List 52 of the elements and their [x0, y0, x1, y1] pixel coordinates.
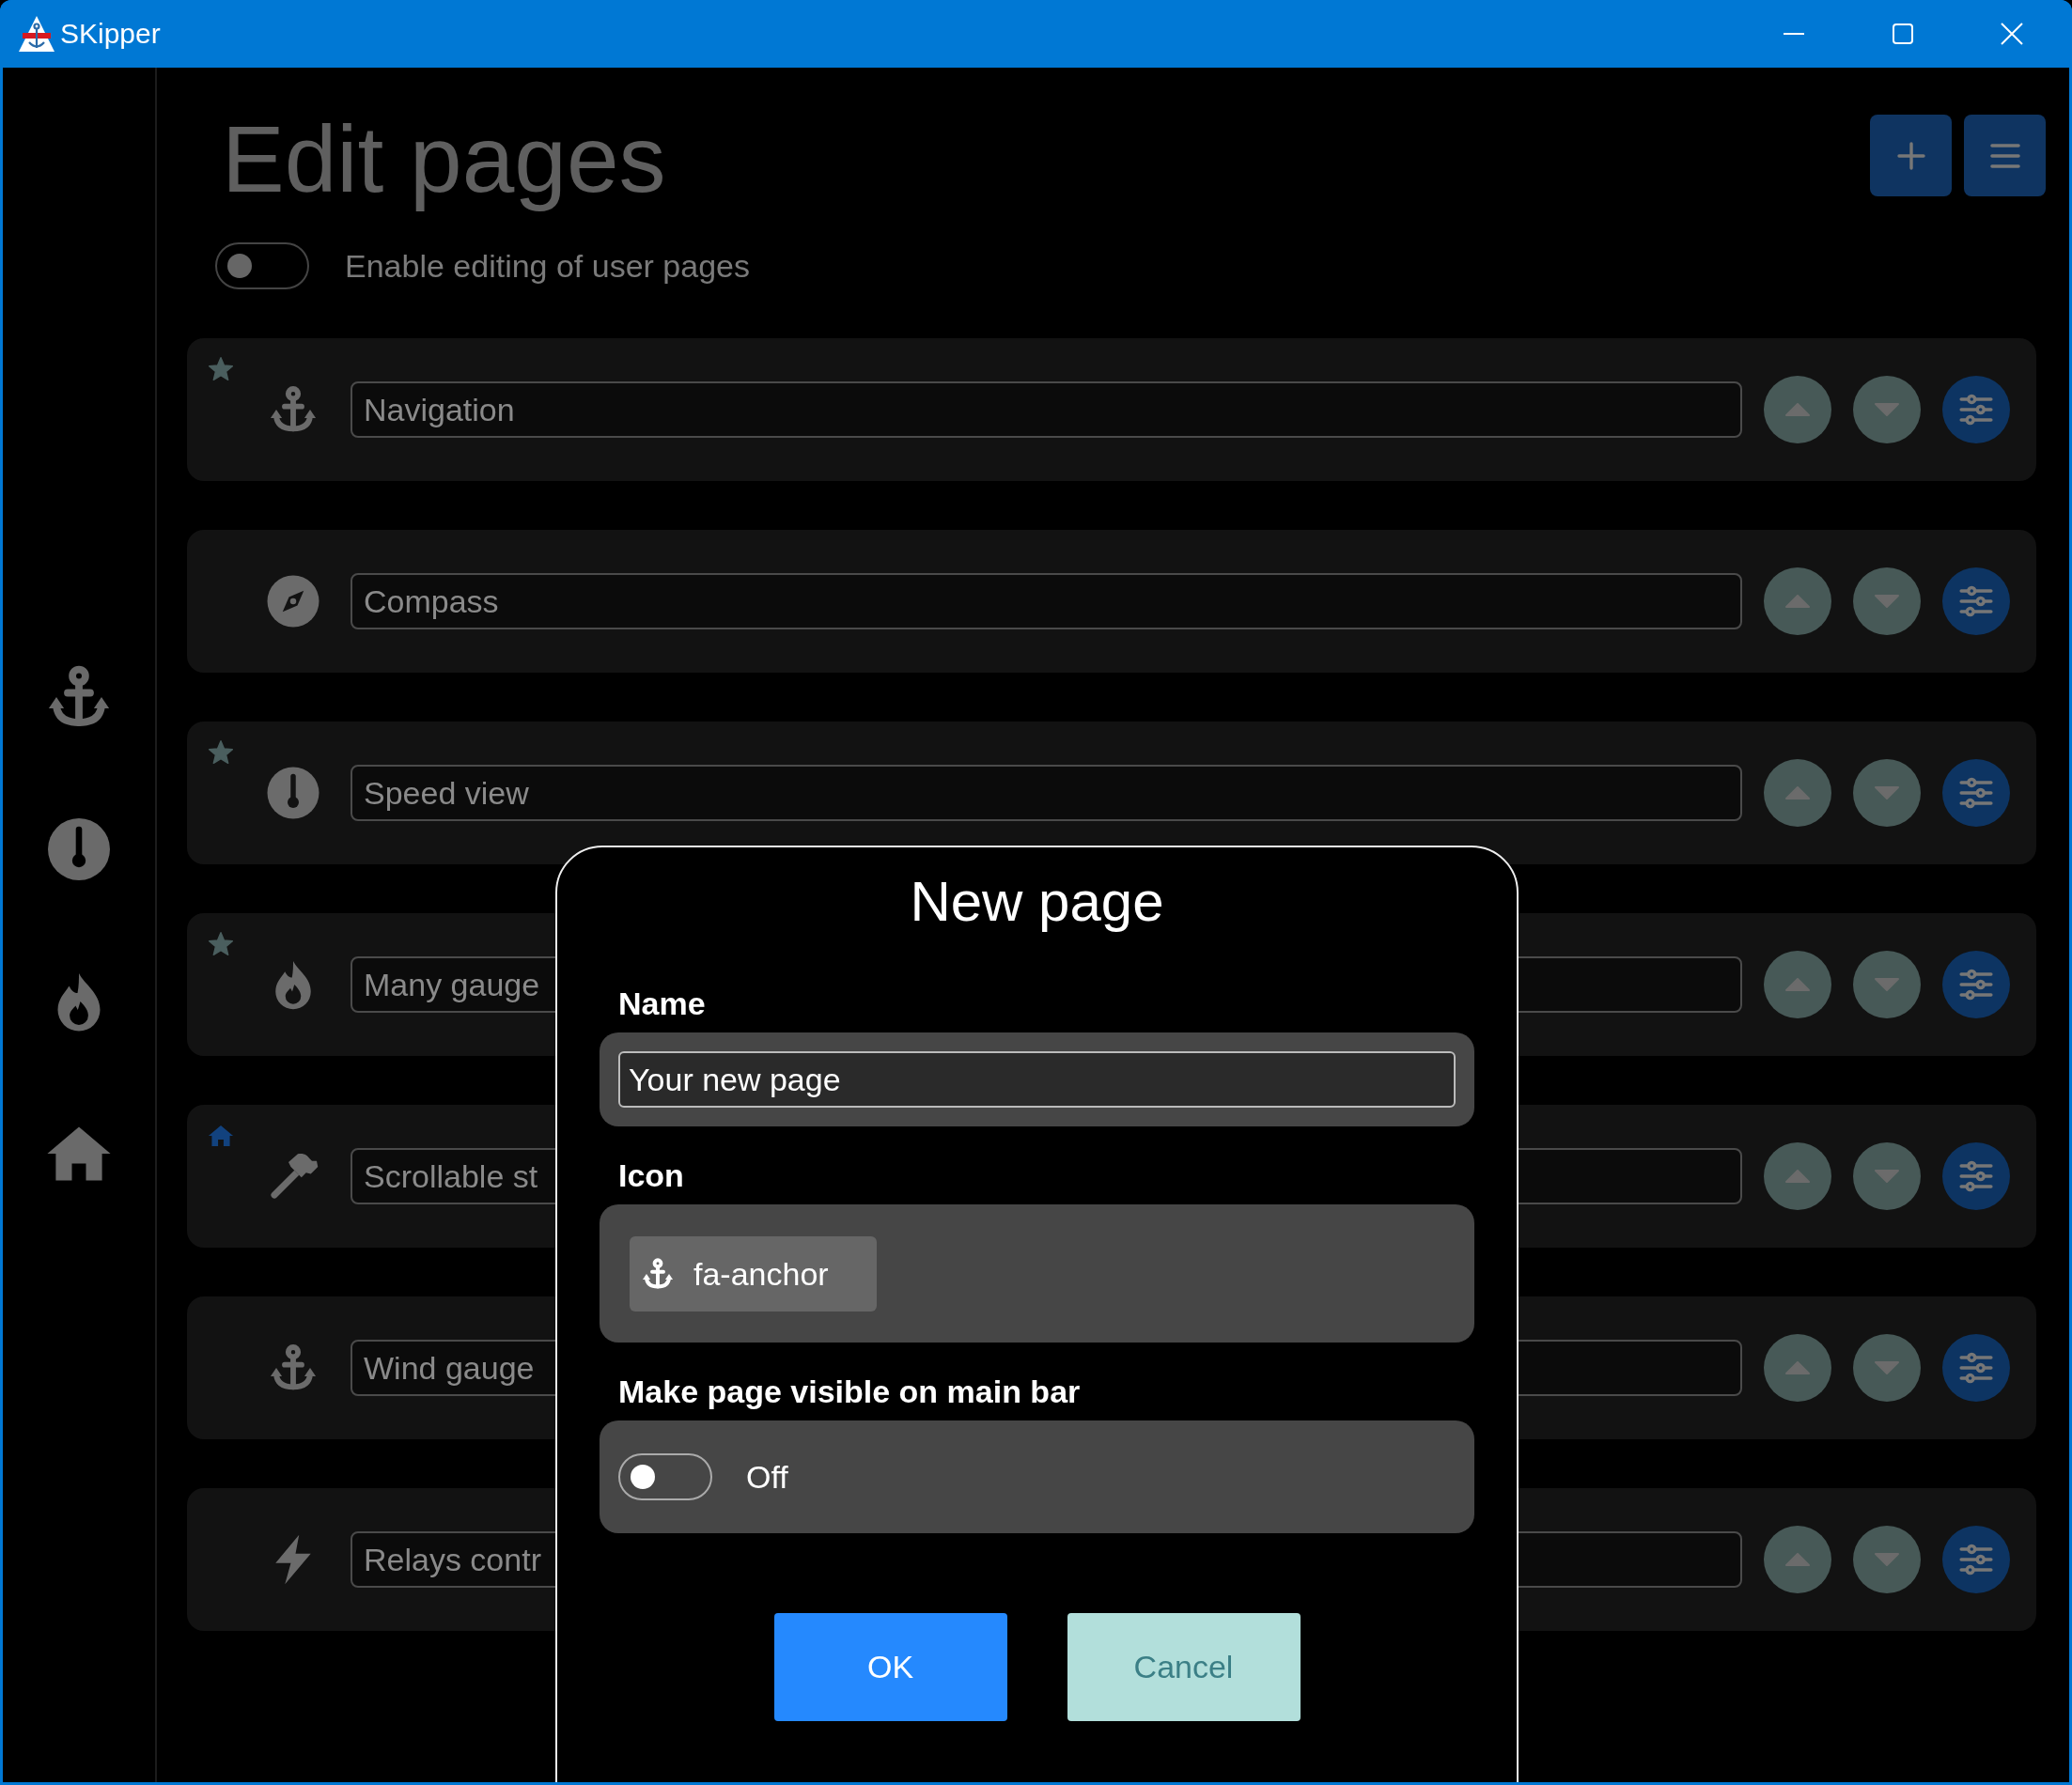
- star-icon: [208, 356, 234, 382]
- cancel-button[interactable]: Cancel: [1067, 1613, 1301, 1721]
- caret-up-icon: [1785, 403, 1810, 416]
- sliders-icon: [1958, 583, 1994, 619]
- compass-icon: [265, 573, 321, 629]
- caret-up-icon: [1785, 1361, 1810, 1374]
- page-title: Edit pages: [222, 105, 667, 213]
- ok-button[interactable]: OK: [773, 1613, 1007, 1721]
- home-icon: [208, 1123, 234, 1149]
- sliders-icon: [1958, 1350, 1994, 1386]
- dialog-title: New page: [909, 869, 1165, 935]
- close-icon[interactable]: [2001, 23, 2023, 45]
- caret-up-icon: [1785, 595, 1810, 608]
- page-name-field[interactable]: Compass: [351, 573, 1742, 629]
- name-input-field[interactable]: Your new page: [618, 1051, 1456, 1108]
- caret-down-icon: [1875, 978, 1899, 991]
- caret-up-icon: [1785, 1553, 1810, 1566]
- sliders-icon: [1958, 967, 1994, 1002]
- sliders-icon: [1958, 775, 1994, 811]
- caret-down-icon: [1875, 1553, 1899, 1566]
- window-title: SKipper: [60, 18, 161, 50]
- caret-up-icon: [1785, 786, 1810, 799]
- star-icon: [208, 931, 234, 957]
- anchor-icon: [641, 1257, 675, 1291]
- sliders-icon: [1958, 1542, 1994, 1577]
- sliders-icon: [1958, 1158, 1994, 1194]
- caret-down-icon: [1875, 595, 1899, 608]
- thermometer-icon: [265, 765, 321, 821]
- caret-up-icon: [1785, 978, 1810, 991]
- sliders-icon: [1958, 392, 1994, 427]
- page-name-field[interactable]: Speed view: [351, 765, 1742, 821]
- page-name-field[interactable]: Navigation: [351, 381, 1742, 438]
- field-label: Icon: [617, 1156, 685, 1195]
- add-button[interactable]: [1870, 115, 1952, 196]
- caret-up-icon: [1785, 1170, 1810, 1183]
- caret-down-icon: [1875, 786, 1899, 799]
- icon-picker-button[interactable]: fa-anchor: [630, 1236, 877, 1312]
- field-label: Make page visible on main bar: [617, 1373, 1082, 1411]
- caret-down-icon: [1875, 1170, 1899, 1183]
- field-label: Name: [617, 985, 707, 1023]
- menu-button[interactable]: [1964, 115, 2046, 196]
- app-logo-icon: [17, 14, 56, 54]
- caret-down-icon: [1875, 403, 1899, 416]
- plus-icon: [1896, 141, 1925, 170]
- toggle-state-label: Off: [746, 1458, 788, 1496]
- editing-toggle[interactable]: [215, 242, 309, 289]
- caret-down-icon: [1875, 1361, 1899, 1374]
- star-icon: [208, 739, 234, 766]
- menu-icon: [1989, 143, 2020, 168]
- toggle-label: Enable editing of user pages: [345, 247, 750, 285]
- maximize-icon[interactable]: [1893, 23, 1913, 44]
- visibility-toggle[interactable]: [618, 1453, 712, 1500]
